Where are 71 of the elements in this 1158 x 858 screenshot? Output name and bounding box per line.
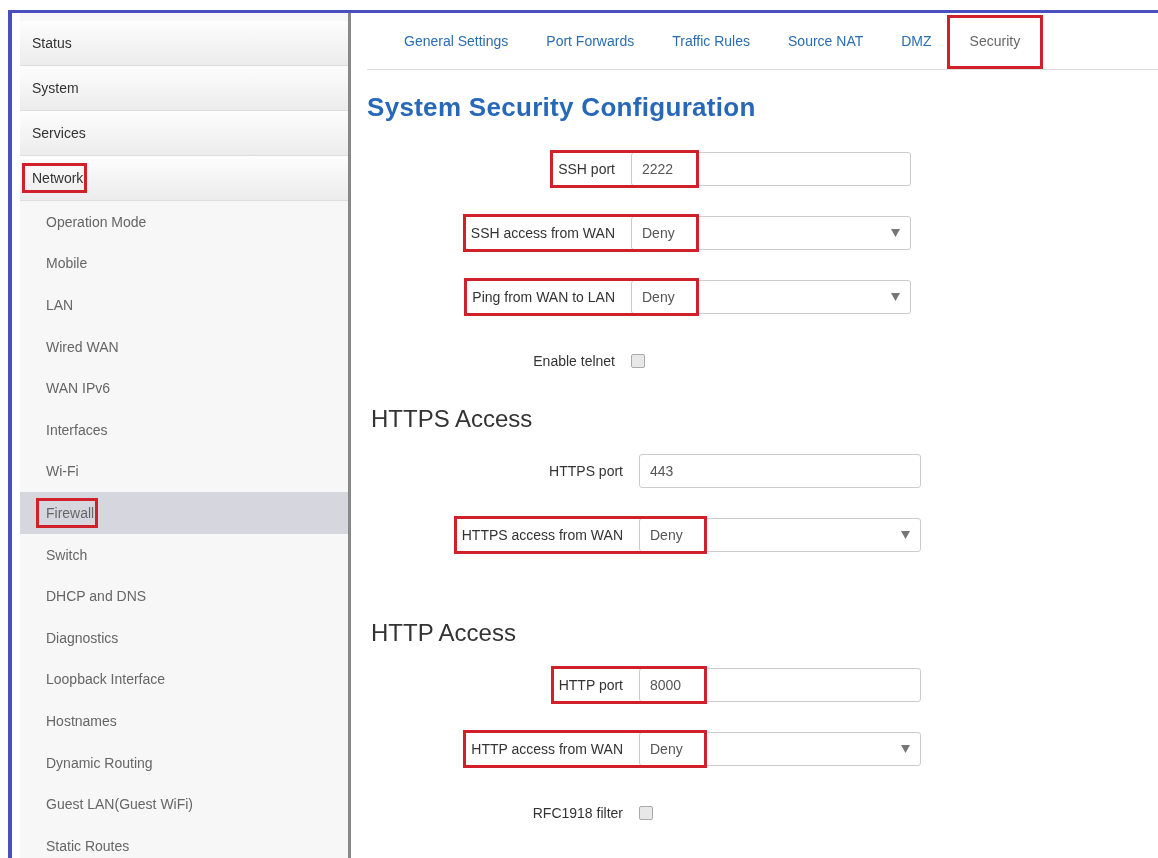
text-field[interactable]: 443	[639, 454, 921, 488]
sidebar-item[interactable]: Operation Mode	[20, 201, 348, 243]
dropdown[interactable]: Deny	[631, 216, 911, 250]
sidebar-label: Hostnames	[46, 712, 117, 729]
sidebar-item[interactable]: Guest LAN(Guest WiFi)	[20, 783, 348, 825]
sidebar-label: Switch	[46, 546, 88, 563]
sidebar-item[interactable]: System	[20, 66, 348, 111]
tab[interactable]: Security	[950, 25, 1040, 57]
field-label: Enable telnet	[533, 353, 615, 369]
sidebar-item[interactable]: Status	[20, 21, 348, 66]
sidebar-label: WAN IPv6	[46, 380, 111, 397]
sidebar-label: Status	[32, 35, 72, 51]
dropdown[interactable]: Deny	[639, 518, 921, 552]
sidebar-label: Wired WAN	[46, 338, 119, 355]
field-label: HTTPS access from WAN	[461, 527, 623, 543]
sidebar-item[interactable]: Static Routes	[20, 824, 348, 858]
sidebar-label: Services	[32, 125, 86, 141]
sidebar-label: Diagnostics	[46, 629, 119, 646]
sidebar-item[interactable]: DHCP and DNS	[20, 575, 348, 617]
tab[interactable]: Traffic Rules	[653, 25, 770, 57]
sidebar-item[interactable]: Interfaces	[20, 408, 348, 451]
sidebar-label: Interfaces	[46, 421, 108, 438]
sidebar-label: Network	[32, 170, 84, 186]
sidebar-label: LAN	[46, 297, 74, 313]
text-field[interactable]: 2222	[631, 152, 911, 186]
sidebar-item[interactable]: WAN IPv6	[20, 367, 348, 409]
field-label: HTTPS port	[549, 463, 623, 479]
sidebar-item[interactable]: Dynamic Routing	[20, 741, 348, 784]
text-field[interactable]: 8000	[639, 668, 921, 702]
page-title: System Security Configuration	[367, 92, 757, 123]
sidebar-item[interactable]: Wired WAN	[20, 325, 348, 368]
field-label: SSH port	[558, 161, 615, 177]
sidebar-item[interactable]: Wi-Fi	[20, 450, 348, 493]
field-label: SSH access from WAN	[470, 225, 615, 241]
caret-icon	[891, 229, 900, 237]
sidebar-item[interactable]: Loopback Interface	[20, 658, 348, 701]
field-label: HTTP port	[558, 677, 623, 693]
sidebar-label: Operation Mode	[46, 213, 147, 230]
sidebar-item[interactable]: Switch	[20, 533, 348, 576]
checkbox[interactable]	[639, 806, 653, 820]
dropdown[interactable]: Deny	[631, 280, 911, 314]
checkbox[interactable]	[631, 354, 645, 368]
tab[interactable]: Source NAT	[769, 25, 883, 57]
dropdown[interactable]: Deny	[639, 732, 921, 766]
field-label: RFC1918 filter	[532, 805, 623, 821]
field-label: Ping from WAN to LAN	[472, 289, 615, 305]
sidebar-label: System	[32, 80, 79, 96]
sidebar-label: Static Routes	[46, 837, 130, 854]
sidebar-item[interactable]: Hostnames	[20, 700, 348, 742]
caret-icon	[901, 531, 910, 539]
sidebar-item[interactable]: Services	[20, 111, 348, 156]
section-heading: HTTPS Access	[371, 405, 534, 433]
sidebar-label: DHCP and DNS	[46, 588, 147, 605]
caret-icon	[891, 293, 900, 301]
sidebar-label: Dynamic Routing	[46, 754, 153, 771]
sidebar-label: Wi-Fi	[46, 463, 79, 480]
caret-icon	[901, 745, 910, 753]
field-label: HTTP access from WAN	[471, 741, 623, 757]
sidebar-label: Guest LAN(Guest WiFi)	[46, 796, 194, 813]
tab[interactable]: General Settings	[385, 25, 528, 57]
sidebar-item[interactable]: Network	[20, 156, 348, 201]
sidebar-label: Firewall	[46, 504, 95, 521]
tab[interactable]: DMZ	[882, 25, 951, 57]
sidebar-item[interactable]: LAN	[20, 284, 348, 326]
sidebar-item[interactable]: Mobile	[20, 242, 348, 285]
tab[interactable]: Port Forwards	[527, 25, 654, 57]
sidebar-item[interactable]: Firewall	[20, 492, 348, 534]
section-heading: HTTP Access	[371, 619, 517, 647]
sidebar-label: Loopback Interface	[46, 671, 166, 688]
sidebar-item[interactable]: Diagnostics	[20, 616, 348, 659]
sidebar-label: Mobile	[46, 255, 88, 272]
